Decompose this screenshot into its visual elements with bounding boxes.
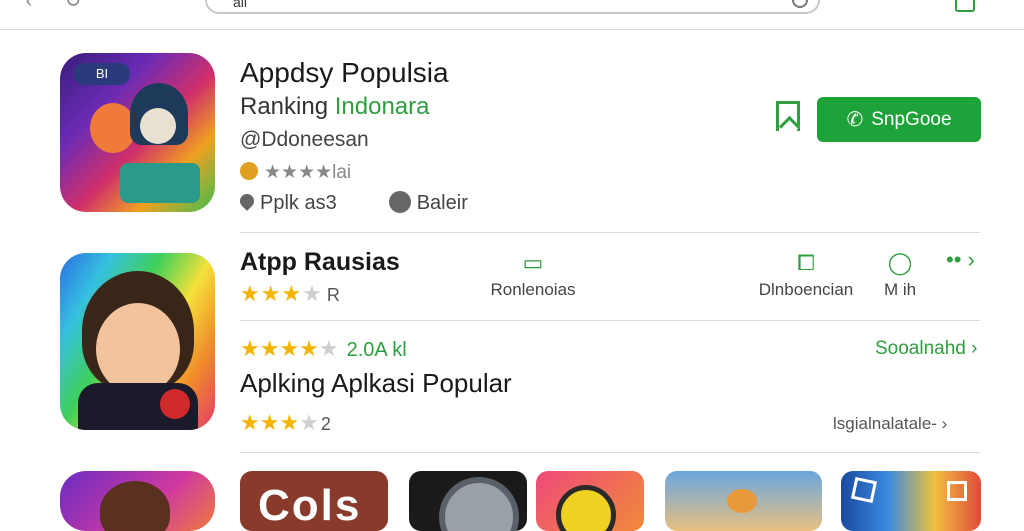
see-all-link[interactable]: Sooalnahd › <box>875 338 977 360</box>
meta-right: Baleir <box>416 192 468 214</box>
second-app-stars: ★★★★ R <box>240 281 341 307</box>
location-icon <box>237 191 257 211</box>
reload-icon[interactable]: ↻ <box>62 0 84 12</box>
details-icon: ▭ <box>522 250 544 275</box>
back-icon[interactable]: ‹ <box>18 0 40 12</box>
featured-app-subtitle: Ranking Indonara <box>240 93 429 121</box>
action-details[interactable]: ▭ Ronlenoias <box>490 250 576 300</box>
meta-left: Pplk as3 <box>260 192 337 214</box>
download-icon: ⧠ <box>797 250 815 275</box>
search-icon[interactable] <box>792 0 808 8</box>
rating-value: 2.0A kl <box>346 339 407 361</box>
action-label: Dlnboencian <box>758 280 854 299</box>
subtitle-accent: Indonara <box>334 93 430 120</box>
featured-app-icon[interactable]: BI <box>60 53 215 212</box>
section-rating: ★★★★ 2 <box>240 410 331 436</box>
app-tile[interactable] <box>409 471 527 531</box>
vehicle-shape <box>120 163 200 203</box>
install-button[interactable]: ✆ SnpGooe <box>817 97 981 142</box>
badge-icon <box>160 389 190 419</box>
app-tile[interactable]: Cols <box>240 471 388 531</box>
app-tile[interactable] <box>536 471 644 531</box>
featured-app-title: Appdsy Populsia <box>240 57 449 88</box>
helmet-icon <box>439 477 519 531</box>
star-empty-icon: ★ <box>299 410 319 435</box>
character-hair <box>100 481 170 531</box>
chat-icon: ◯ <box>887 250 913 275</box>
section-more-link[interactable]: lsgialnalatale- › <box>833 414 947 434</box>
download-icon[interactable] <box>955 0 975 12</box>
creature-icon <box>727 489 757 513</box>
ball-icon <box>556 485 616 531</box>
tile-text: Cols <box>258 481 362 530</box>
stars-tail: R <box>326 285 341 305</box>
rating-text: ★★★★lai <box>264 162 352 183</box>
divider <box>240 452 980 453</box>
developer-name[interactable]: @Ddoneesan <box>240 128 369 152</box>
phone-icon: ✆ <box>846 109 864 131</box>
action-chat[interactable]: ◯ M ih <box>872 250 928 300</box>
second-app-rating: ★★★★★ 2.0A kl <box>240 336 407 362</box>
second-app-icon[interactable] <box>60 253 215 430</box>
app-tile[interactable] <box>665 471 822 531</box>
bookmark-icon[interactable] <box>776 101 800 131</box>
divider <box>240 320 980 321</box>
install-label: SnpGooe <box>871 108 952 130</box>
coin-icon <box>240 162 258 180</box>
section-title: Aplking Aplkasi Popular <box>240 368 512 398</box>
address-bar[interactable]: all <box>205 0 820 14</box>
star-icon: ★★★ <box>240 281 303 306</box>
action-label: Ronlenoias <box>490 280 576 299</box>
action-download[interactable]: ⧠ Dlnboencian <box>758 250 854 300</box>
subtitle-prefix: Ranking <box>240 93 335 120</box>
stars-tail: 2 <box>320 414 331 434</box>
star-icon: ★★★★ <box>240 336 319 361</box>
character-face <box>96 303 180 395</box>
category-icon <box>388 191 411 213</box>
more-icon[interactable]: •• › <box>946 247 975 273</box>
star-icon: ★★★ <box>240 410 300 435</box>
app-icon-label: BI <box>74 63 130 85</box>
second-app-title: Atpp Rausias <box>240 248 400 276</box>
featured-rating: ★★★★lai <box>240 161 351 184</box>
robot-face <box>140 108 176 144</box>
star-empty-icon: ★ <box>318 336 339 361</box>
cube-icon <box>850 476 878 504</box>
cube-icon <box>947 481 967 501</box>
url-text: all <box>233 0 248 10</box>
app-tile[interactable] <box>841 471 981 531</box>
app-tile-icon[interactable] <box>60 471 215 531</box>
star-empty-icon: ★ <box>302 281 323 306</box>
featured-meta: Pplk as3 Baleir <box>237 191 468 215</box>
divider <box>240 232 980 233</box>
action-label: M ih <box>883 280 917 299</box>
browser-toolbar: ‹ ↻ all <box>0 0 1024 30</box>
